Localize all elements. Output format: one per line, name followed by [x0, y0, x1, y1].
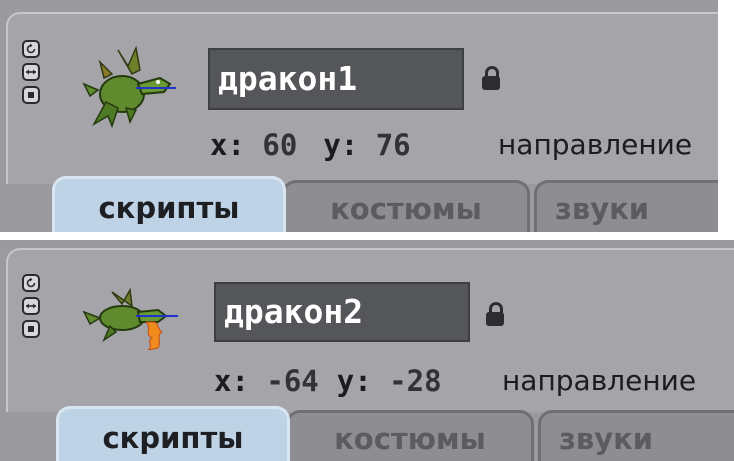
tab-sounds[interactable]: звуки	[538, 410, 734, 461]
dragon-sprite-icon[interactable]	[78, 44, 178, 132]
y-value: -28	[389, 364, 442, 398]
direction-label: направление	[498, 128, 693, 161]
y-label: y:	[336, 364, 372, 398]
tab-costumes[interactable]: костюмы	[286, 410, 534, 461]
tab-bar: звуки костюмы скрипты	[48, 406, 734, 461]
tab-scripts[interactable]: скрипты	[56, 406, 290, 461]
rotation-style-buttons	[22, 274, 46, 343]
x-label: x:	[214, 364, 249, 398]
dont-rotate-icon[interactable]	[22, 86, 40, 104]
x-label: x:	[210, 128, 245, 162]
x-value: -64	[266, 364, 319, 398]
dragon-sprite-icon[interactable]	[82, 288, 182, 350]
left-right-flip-icon[interactable]	[22, 297, 40, 315]
sprite-name-field[interactable]: дракон2	[214, 282, 470, 342]
sprite-info-panel-2: дракон2 x: -64 y: -28 направление звуки к…	[0, 240, 734, 461]
sprite-coordinates: x: -64 y: -28	[214, 364, 442, 398]
sprite-name-field[interactable]: дракон1	[208, 48, 464, 110]
sprite-coordinates: x: 60 y: 76	[210, 128, 411, 162]
lock-icon[interactable]	[486, 302, 504, 328]
lock-icon[interactable]	[482, 66, 500, 92]
y-label: y:	[323, 128, 359, 162]
dont-rotate-icon[interactable]	[22, 320, 40, 338]
y-value: 76	[375, 128, 411, 162]
left-right-flip-icon[interactable]	[22, 63, 40, 81]
rotate-all-around-icon[interactable]	[22, 40, 40, 58]
tab-sounds[interactable]: звуки	[534, 180, 718, 232]
sprite-info-panel-1: дракон1 x: 60 y: 76 направление звуки кос…	[0, 0, 718, 232]
direction-label: направление	[502, 364, 697, 397]
tab-costumes[interactable]: костюмы	[282, 180, 530, 232]
tab-bar: звуки костюмы скрипты	[44, 176, 718, 232]
rotate-all-around-icon[interactable]	[22, 274, 40, 292]
x-value: 60	[262, 128, 298, 162]
tab-scripts[interactable]: скрипты	[52, 176, 286, 232]
rotation-style-buttons	[22, 40, 46, 109]
